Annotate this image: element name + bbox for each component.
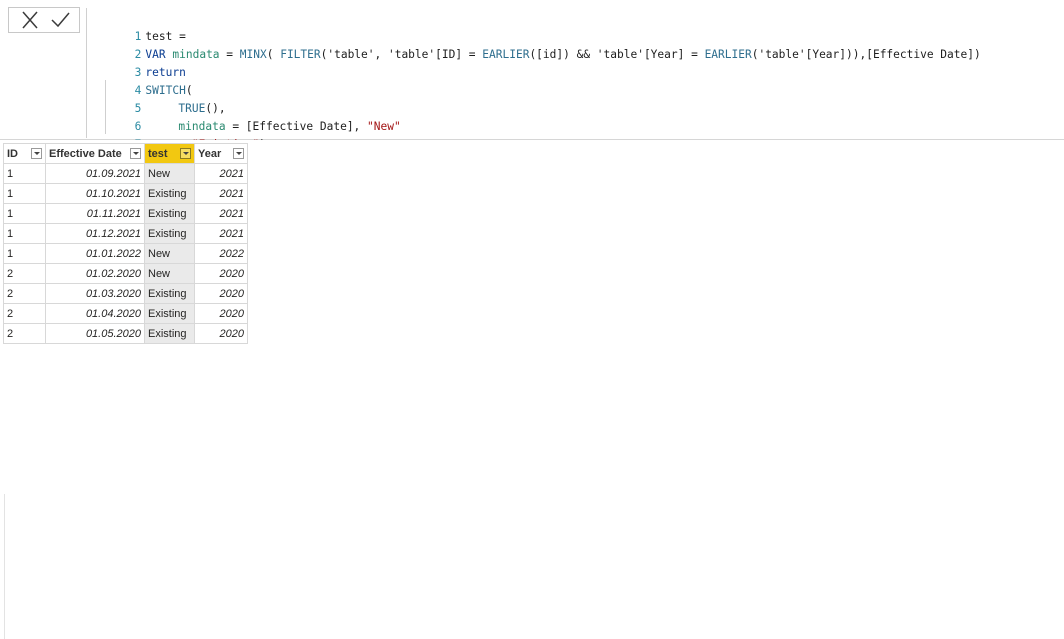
table-cell-effective-date[interactable]: 01.09.2021 <box>45 163 145 184</box>
code-line-2: 2 VAR mindata = MINX( FILTER('table', 'ta… <box>134 48 981 61</box>
table-cell-effective-date[interactable]: 01.02.2020 <box>45 263 145 284</box>
table-cell-id[interactable]: 2 <box>3 323 46 344</box>
table-cell-effective-date[interactable]: 01.12.2021 <box>45 223 145 244</box>
column-header-effective-date[interactable]: Effective Date <box>45 143 145 164</box>
table-cell-id[interactable]: 1 <box>3 163 46 184</box>
table-cell-id[interactable]: 1 <box>3 243 46 264</box>
close-icon[interactable] <box>19 10 41 30</box>
filter-dropdown-icon[interactable] <box>130 148 141 159</box>
table-cell-year[interactable]: 2022 <box>194 243 248 264</box>
table-cell-effective-date[interactable]: 01.05.2020 <box>45 323 145 344</box>
table-cell-test[interactable]: Existing <box>144 223 195 244</box>
table-cell-test[interactable]: Existing <box>144 183 195 204</box>
table-cell-effective-date[interactable]: 01.04.2020 <box>45 303 145 324</box>
formula-bar: 1 test = 2 VAR mindata = MINX( FILTER('tab… <box>0 0 1064 151</box>
formula-commit-controls <box>8 7 80 33</box>
table-cell-year[interactable]: 2020 <box>194 303 248 324</box>
column-header-label: Year <box>198 147 222 160</box>
table-cell-id[interactable]: 2 <box>3 263 46 284</box>
column-header-label: Effective Date <box>49 147 122 160</box>
check-icon[interactable] <box>49 10 71 30</box>
code-line-5: 5 TRUE(), <box>134 102 226 115</box>
table-cell-effective-date[interactable]: 01.01.2022 <box>45 243 145 264</box>
filter-dropdown-icon[interactable] <box>180 148 191 159</box>
code-text: VAR mindata = MINX( FILTER('table', 'tab… <box>145 48 981 61</box>
table-row[interactable]: 1 01.09.2021 New 2021 <box>3 163 248 184</box>
table-cell-test[interactable]: New <box>144 243 195 264</box>
table-cell-effective-date[interactable]: 01.11.2021 <box>45 203 145 224</box>
table-row[interactable]: 2 01.03.2020 Existing 2020 <box>3 283 248 304</box>
table-row[interactable]: 2 01.04.2020 Existing 2020 <box>3 303 248 324</box>
table-cell-id[interactable]: 1 <box>3 223 46 244</box>
data-grid-area: ID Effective Date test Year 1 01.09.2021 N… <box>0 140 1064 639</box>
table-cell-effective-date[interactable]: 01.03.2020 <box>45 283 145 304</box>
column-header-label: ID <box>7 147 18 160</box>
table-cell-id[interactable]: 1 <box>3 203 46 224</box>
code-line-7: 7, "Existing") <box>87 118 266 151</box>
code-line-6: 6 mindata = [Effective Date], "New" <box>134 120 401 133</box>
table-cell-year[interactable]: 2020 <box>194 263 248 284</box>
table-cell-year[interactable]: 2020 <box>194 283 248 304</box>
table-cell-test[interactable]: New <box>144 163 195 184</box>
column-header-id[interactable]: ID <box>3 143 46 164</box>
column-header-year[interactable]: Year <box>194 143 248 164</box>
dax-formula-editor[interactable]: 1 test = 2 VAR mindata = MINX( FILTER('tab… <box>86 8 1064 151</box>
table-cell-year[interactable]: 2020 <box>194 323 248 344</box>
table-row[interactable]: 2 01.02.2020 New 2020 <box>3 263 248 284</box>
table-row[interactable]: 2 01.05.2020 Existing 2020 <box>3 323 248 344</box>
table-cell-test[interactable]: Existing <box>144 203 195 224</box>
table-row[interactable]: 1 01.01.2022 New 2022 <box>3 243 248 264</box>
table-cell-year[interactable]: 2021 <box>194 203 248 224</box>
table-cell-id[interactable]: 2 <box>3 303 46 324</box>
table-cell-test[interactable]: Existing <box>144 303 195 324</box>
table-cell-test[interactable]: Existing <box>144 283 195 304</box>
code-line-4: 4 SWITCH( <box>134 84 193 97</box>
table-cell-year[interactable]: 2021 <box>194 223 248 244</box>
table-cell-id[interactable]: 1 <box>3 183 46 204</box>
table-header-row: ID Effective Date test Year <box>3 143 248 164</box>
code-line-1: 1 test = <box>134 30 186 43</box>
table-row[interactable]: 1 01.11.2021 Existing 2021 <box>3 203 248 224</box>
table-cell-test[interactable]: New <box>144 263 195 284</box>
table-cell-id[interactable]: 2 <box>3 283 46 304</box>
code-line-3: 3 return <box>134 66 186 79</box>
column-header-test[interactable]: test <box>144 143 195 164</box>
data-table: ID Effective Date test Year 1 01.09.2021 N… <box>3 143 248 344</box>
filter-dropdown-icon[interactable] <box>233 148 244 159</box>
table-cell-test[interactable]: Existing <box>144 323 195 344</box>
column-header-label: test <box>148 147 168 160</box>
grid-divider <box>4 494 5 639</box>
table-body: 1 01.09.2021 New 2021 1 01.10.2021 Existing 202… <box>3 163 248 344</box>
table-cell-year[interactable]: 2021 <box>194 163 248 184</box>
filter-dropdown-icon[interactable] <box>31 148 42 159</box>
table-row[interactable]: 1 01.10.2021 Existing 2021 <box>3 183 248 204</box>
table-cell-effective-date[interactable]: 01.10.2021 <box>45 183 145 204</box>
table-row[interactable]: 1 01.12.2021 Existing 2021 <box>3 223 248 244</box>
table-cell-year[interactable]: 2021 <box>194 183 248 204</box>
